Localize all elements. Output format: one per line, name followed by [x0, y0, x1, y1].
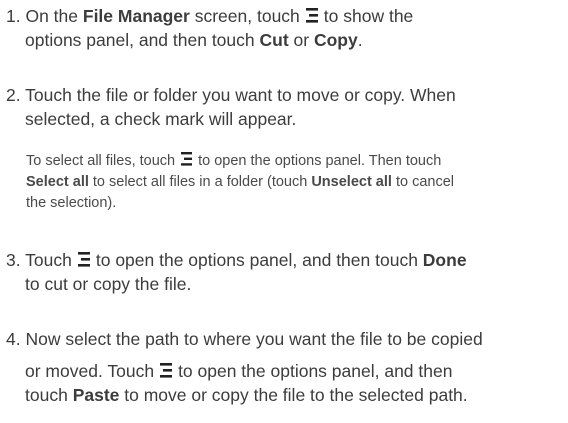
options-menu-icon — [160, 362, 173, 378]
options-menu-icon — [77, 251, 90, 267]
step-4-line-3: touch Paste to move or copy the file to … — [25, 385, 468, 405]
step-4: 4. Now select the path to where you want… — [6, 327, 562, 407]
options-menu-icon — [305, 7, 318, 23]
note-line-3: the selection). — [26, 195, 117, 211]
step-2-line-1: 2. Touch the file or folder you want to … — [6, 85, 456, 105]
file-manager-label: File Manager — [82, 6, 190, 26]
select-all-label: Select all — [26, 174, 89, 190]
note-line-2: Select all to select all files in a fold… — [26, 174, 454, 190]
step-number: 1. — [6, 6, 21, 26]
instructions-page: 1. On the File Manager screen, touch to s… — [0, 0, 568, 423]
step-2-line-2: selected, a check mark will appear. — [25, 109, 297, 129]
step-1: 1. On the File Manager screen, touch to s… — [6, 4, 562, 52]
note-line-1: To select all files, touch to open the op… — [26, 152, 442, 169]
step-4-line-1: 4. Now select the path to where you want… — [6, 329, 483, 349]
options-menu-icon — [181, 152, 193, 166]
step-2: 2. Touch the file or folder you want to … — [6, 83, 562, 131]
step-number: 3. — [6, 250, 21, 270]
select-all-note: To select all files, touch to open the op… — [26, 151, 562, 214]
copy-label: Copy — [313, 30, 358, 50]
paste-label: Paste — [72, 385, 120, 405]
step-number: 4. — [6, 329, 21, 349]
step-3-line-2: to cut or copy the file. — [25, 274, 192, 294]
step-1-line-2: options panel, and then touch Cut or Cop… — [25, 30, 363, 50]
step-4-line-2: or moved. Touch to open the options panel… — [25, 361, 453, 381]
step-3: 3. Touch to open the options panel, and t… — [6, 248, 562, 296]
step-number: 2. — [6, 85, 21, 105]
step-3-line-1: 3. Touch to open the options panel, and t… — [6, 250, 467, 270]
unselect-all-label: Unselect all — [311, 174, 392, 190]
step-1-line-1: 1. On the File Manager screen, touch to s… — [6, 6, 414, 26]
done-label: Done — [422, 250, 467, 270]
cut-label: Cut — [259, 30, 289, 50]
